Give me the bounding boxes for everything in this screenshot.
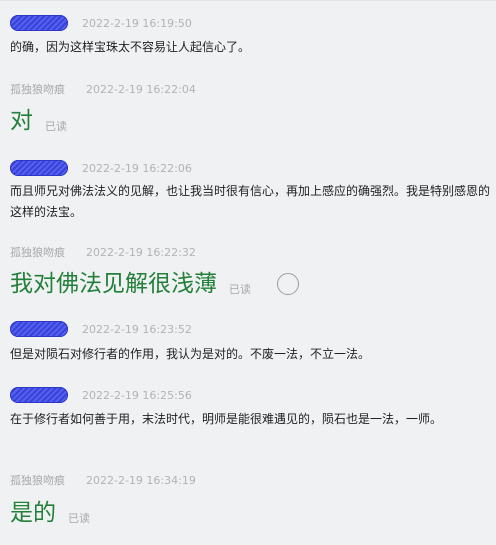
message-timestamp: 2022-2-19 16:22:06 <box>82 161 192 175</box>
message-text: 对 <box>10 108 33 134</box>
sender-name: 孤独狼吻痕 <box>10 83 65 96</box>
redacted-sender-name <box>10 160 68 176</box>
message-timestamp: 2022-2-19 16:34:19 <box>86 473 196 487</box>
message-text: 的确，因为这样宝珠太不容易让人起信心了。 <box>10 40 251 54</box>
read-status: 已读 <box>229 283 251 296</box>
message-text: 我对佛法见解很浅薄 <box>10 271 217 297</box>
message-body: 对 已读 <box>10 107 67 135</box>
message-meta: 孤独狼吻痕 2022-2-19 16:22:04 <box>10 80 196 98</box>
message-meta: 2022-2-19 16:22:06 <box>10 159 192 177</box>
message-timestamp: 2022-2-19 16:22:32 <box>86 245 196 259</box>
message-timestamp: 2022-2-19 16:23:52 <box>82 322 192 336</box>
sender-name: 孤独狼吻痕 <box>10 474 65 487</box>
chat-log: 2022-2-19 16:19:50 的确，因为这样宝珠太不容易让人起信心了。 … <box>0 0 496 545</box>
message-meta: 2022-2-19 16:19:50 <box>10 14 192 32</box>
sender-name: 孤独狼吻痕 <box>10 246 65 259</box>
message-body: 我对佛法见解很浅薄 已读 <box>10 270 251 298</box>
message-timestamp: 2022-2-19 16:25:56 <box>82 388 192 402</box>
message-body: 是的 已读 <box>10 499 90 527</box>
read-status: 已读 <box>68 512 90 525</box>
message-text: 是的 <box>10 500 56 526</box>
message-text: 在于修行者如何善于用，末法时代，明师是能很难遇见的，陨石也是一法，一师。 <box>10 412 443 426</box>
top-divider <box>0 0 496 1</box>
message-timestamp: 2022-2-19 16:22:04 <box>86 82 196 96</box>
message-meta: 孤独狼吻痕 2022-2-19 16:34:19 <box>10 471 196 489</box>
message-meta: 2022-2-19 16:23:52 <box>10 320 192 338</box>
redacted-sender-name <box>10 321 68 337</box>
message-timestamp: 2022-2-19 16:19:50 <box>82 16 192 30</box>
circle-outline-icon[interactable] <box>277 273 299 295</box>
redacted-sender-name <box>10 387 68 403</box>
redacted-sender-name <box>10 15 68 31</box>
read-status: 已读 <box>45 120 67 133</box>
message-meta: 2022-2-19 16:25:56 <box>10 386 192 404</box>
message-text: 而且师兄对佛法法义的见解，也让我当时很有信心，再加上感应的确强烈。我是特别感恩的… <box>10 184 491 219</box>
message-text: 但是对陨石对修行者的作用，我认为是对的。不废一法，不立一法。 <box>10 347 371 361</box>
message-meta: 孤独狼吻痕 2022-2-19 16:22:32 <box>10 243 196 261</box>
